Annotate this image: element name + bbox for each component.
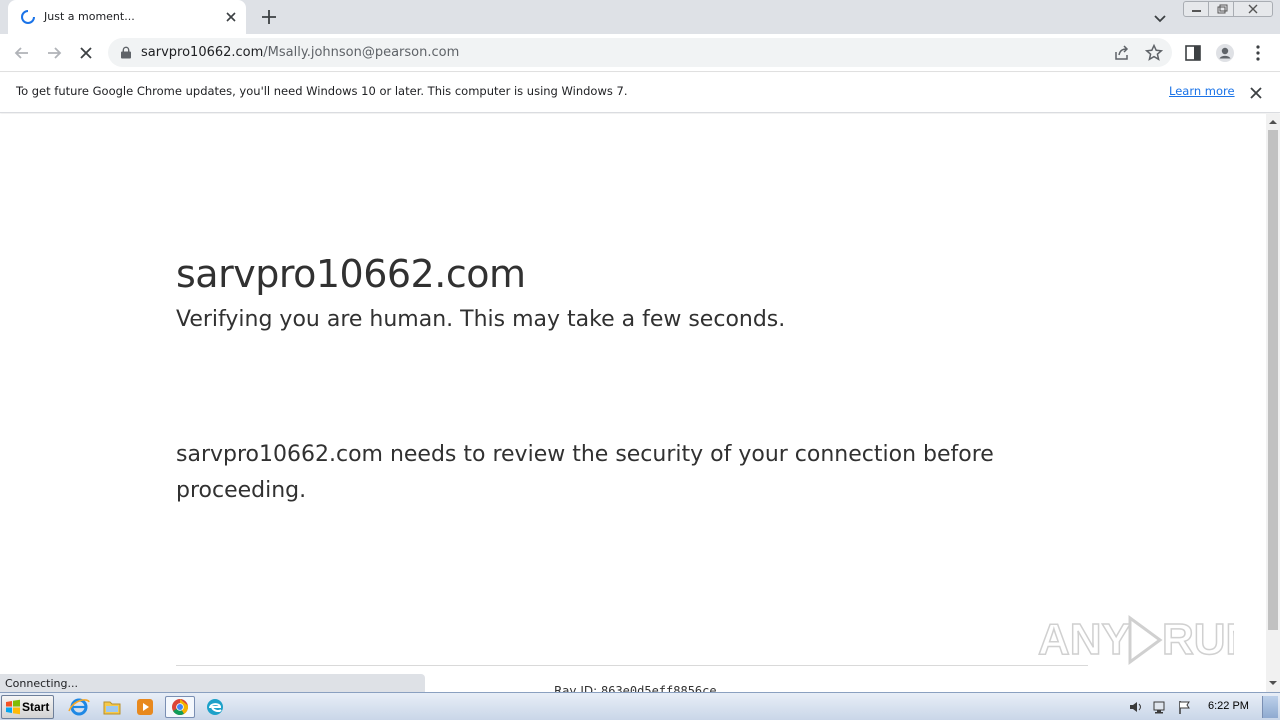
- ray-id-value: 863e0d5eff8856ce: [601, 684, 717, 692]
- lock-icon[interactable]: [120, 46, 132, 59]
- infobar-close-icon[interactable]: [1249, 86, 1263, 100]
- window-close-button[interactable]: [1233, 1, 1273, 17]
- url-text[interactable]: sarvpro10662.com/Msally.johnson@pearson.…: [141, 45, 459, 60]
- taskbar-app-chrome[interactable]: [165, 696, 195, 718]
- windows-flag-icon: [6, 699, 20, 715]
- start-button[interactable]: Start: [1, 695, 54, 719]
- tab-search-chevron-icon[interactable]: [1152, 10, 1168, 26]
- taskbar-app-internet-explorer[interactable]: [64, 696, 94, 718]
- svg-text:RUN: RUN: [1162, 615, 1234, 664]
- site-title: sarvpro10662.com: [176, 252, 526, 296]
- url-host: sarvpro10662.com: [141, 45, 264, 60]
- taskbar-app-media-player[interactable]: [130, 696, 160, 718]
- media-player-icon: [137, 699, 153, 715]
- profile-avatar-icon[interactable]: [1215, 43, 1235, 63]
- back-arrow-icon[interactable]: [12, 43, 32, 63]
- restore-icon: [1217, 4, 1228, 14]
- tab-strip: Just a moment...: [0, 0, 1280, 34]
- forward-arrow-icon[interactable]: [44, 43, 64, 63]
- new-tab-icon[interactable]: [260, 8, 278, 26]
- tab-close-icon[interactable]: [224, 10, 238, 24]
- security-review-text: sarvpro10662.com needs to review the sec…: [176, 442, 994, 503]
- url-path: /Msally.johnson@pearson.com: [263, 45, 460, 60]
- ray-id: Ray ID: 863e0d5eff8856ce: [554, 684, 717, 692]
- window-restore-button[interactable]: [1208, 1, 1234, 17]
- show-desktop-button[interactable]: [1262, 696, 1278, 718]
- window-close-icon: [1248, 4, 1258, 14]
- internet-explorer-icon: [68, 698, 90, 716]
- browser-toolbar: sarvpro10662.com/Msally.johnson@pearson.…: [0, 34, 1280, 72]
- scroll-thumb[interactable]: [1268, 130, 1278, 630]
- file-explorer-icon: [103, 701, 121, 715]
- taskbar-clock[interactable]: 6:22 PM: [1208, 700, 1249, 712]
- verify-heading: Verifying you are human. This may take a…: [176, 307, 786, 332]
- ray-id-label: Ray ID:: [554, 684, 598, 692]
- anyrun-watermark-logo: ANY RUN: [1038, 614, 1234, 665]
- minimize-icon: [1192, 10, 1201, 12]
- svg-text:ANY: ANY: [1038, 615, 1131, 664]
- footer-divider: [176, 665, 1088, 666]
- taskbar-app-edge[interactable]: [200, 696, 230, 718]
- kebab-menu-icon[interactable]: [1248, 43, 1268, 63]
- learn-more-link[interactable]: Learn more: [1169, 84, 1235, 98]
- status-text: Connecting...: [5, 677, 78, 690]
- loading-spinner-icon: [21, 10, 35, 24]
- share-icon[interactable]: [1112, 43, 1132, 63]
- stop-loading-icon[interactable]: [76, 43, 96, 63]
- chrome-icon: [172, 699, 189, 715]
- tab-active[interactable]: Just a moment...: [8, 0, 246, 34]
- page-content: sarvpro10662.com Verifying you are human…: [0, 114, 1266, 692]
- status-bubble: Connecting...: [0, 674, 425, 693]
- window-minimize-button[interactable]: [1183, 1, 1209, 17]
- address-bar[interactable]: sarvpro10662.com/Msally.johnson@pearson.…: [108, 38, 1172, 67]
- volume-icon[interactable]: [1128, 699, 1144, 715]
- action-center-flag-icon[interactable]: [1177, 699, 1193, 715]
- scroll-up-arrow-icon[interactable]: [1266, 116, 1280, 128]
- tab-title: Just a moment...: [44, 10, 135, 23]
- bookmark-star-icon[interactable]: [1144, 43, 1164, 63]
- start-label: Start: [22, 700, 50, 714]
- edge-icon: [207, 699, 223, 715]
- network-icon[interactable]: [1152, 699, 1168, 715]
- side-panel-icon[interactable]: [1183, 43, 1203, 63]
- scroll-down-arrow-icon[interactable]: [1266, 677, 1280, 689]
- system-tray: 6:22 PM: [1122, 694, 1280, 720]
- infobar-message: To get future Google Chrome updates, you…: [16, 84, 628, 98]
- taskbar-app-file-explorer[interactable]: [97, 696, 127, 718]
- update-infobar: To get future Google Chrome updates, you…: [0, 73, 1280, 113]
- windows-taskbar: Start 6:22 PM: [0, 692, 1280, 720]
- page-scrollbar[interactable]: [1266, 114, 1280, 692]
